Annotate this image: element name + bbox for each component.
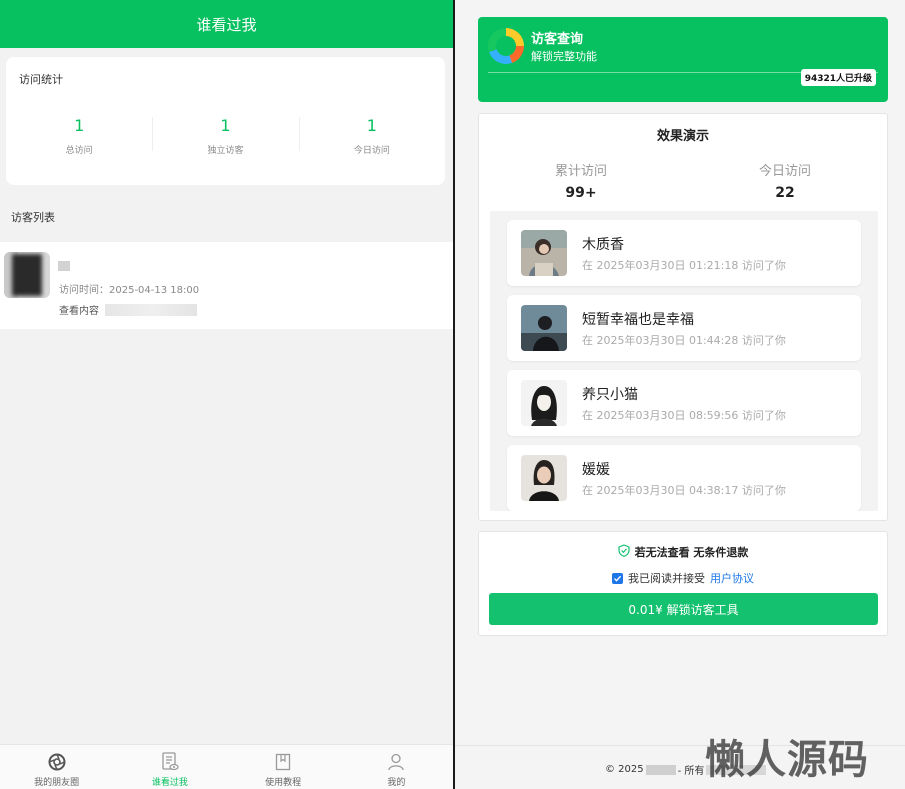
stat-total-visits: 1 总访问	[6, 115, 152, 156]
stat-label: 今日访问	[353, 146, 390, 156]
bookmark-icon	[273, 752, 293, 772]
stat-value: 1	[220, 116, 231, 135]
upgrade-count-badge: 94321人已升级	[800, 69, 876, 86]
shield-check-icon	[617, 544, 630, 560]
demo-stat-label: 累计访问	[554, 164, 607, 179]
visit-stats-card: 访问统计 1 总访问 1 独立访客 1 今日访问	[6, 57, 445, 185]
tab-tutorial[interactable]: 使用教程	[227, 745, 340, 789]
visitor-name: 短暂幸福也是幸福	[582, 312, 694, 328]
bottom-tabbar: 我的朋友圈 谁看过我 使用教程 我的	[0, 744, 453, 789]
avatar	[521, 380, 567, 426]
tab-label: 使用教程	[265, 778, 302, 788]
demo-card: 效果演示 累计访问 99+ 今日访问 22 木质香 在 2025年03月30日	[478, 113, 888, 521]
visitor-name-masked	[58, 261, 70, 271]
demo-visitor-list[interactable]: 木质香 在 2025年03月30日 01:21:18 访问了你 短暂幸福也是幸福…	[490, 211, 878, 511]
stat-label: 总访问	[65, 146, 93, 156]
agreement-text: 我已阅读并接受	[628, 572, 705, 585]
avatar	[521, 230, 567, 276]
demo-visitor-item: 媛媛 在 2025年03月30日 04:38:17 访问了你	[507, 445, 861, 511]
person-icon	[386, 752, 406, 772]
demo-title: 效果演示	[656, 129, 709, 144]
visitor-list-title: 访客列表	[11, 211, 55, 224]
aperture-icon	[47, 752, 67, 772]
stat-unique-visitors: 1 独立访客	[152, 115, 298, 156]
visit-time: 访问时间：2025-04-13 18:00	[59, 285, 200, 296]
stats-title: 访问统计	[19, 73, 63, 86]
copyright-middle: - 所有	[677, 766, 705, 777]
demo-stat-label: 今日访问	[758, 164, 811, 179]
stat-value: 1	[366, 116, 377, 135]
viewed-content: 查看内容	[59, 302, 197, 317]
unlock-button[interactable]: 0.01¥ 解锁访客工具	[489, 593, 878, 625]
avatar	[521, 455, 567, 501]
tab-moments[interactable]: 我的朋友圈	[0, 745, 113, 789]
visitor-name: 媛媛	[582, 462, 610, 478]
payment-card: 若无法查看 无条件退款 我已阅读并接受 用户协议 0.01¥ 解锁访客工具	[478, 531, 888, 636]
stat-today-visits: 1 今日访问	[298, 115, 445, 156]
copyright-prefix: © 2025	[605, 764, 644, 775]
left-app-panel: 谁看过我 访问统计 1 总访问 1 独立访客 1 今日访问 访客列表 访问时间：…	[0, 0, 453, 789]
demo-stat-today: 今日访问 22	[683, 160, 887, 201]
page-title: 谁看过我	[196, 15, 257, 34]
visitor-name: 养只小猫	[582, 387, 638, 403]
refund-text: 若无法查看 无条件退款	[634, 546, 749, 559]
tab-label: 我的朋友圈	[34, 778, 80, 788]
document-eye-icon	[160, 752, 180, 772]
app-logo-icon	[488, 28, 524, 64]
tab-label: 我的	[387, 778, 406, 788]
banner-subtitle: 解锁完整功能	[531, 50, 597, 63]
demo-visitor-item: 短暂幸福也是幸福 在 2025年03月30日 01:44:28 访问了你	[507, 295, 861, 361]
visit-description: 在 2025年03月30日 04:38:17 访问了你	[582, 484, 786, 497]
demo-stats: 累计访问 99+ 今日访问 22	[479, 160, 887, 201]
demo-stat-value: 99+	[565, 185, 597, 201]
user-agreement-link[interactable]: 用户协议	[710, 570, 754, 586]
demo-visitor-item: 木质香 在 2025年03月30日 01:21:18 访问了你	[507, 220, 861, 286]
banner-title: 访客查询	[531, 32, 584, 47]
tab-who-viewed-me[interactable]: 谁看过我	[113, 745, 226, 789]
visit-description: 在 2025年03月30日 01:21:18 访问了你	[582, 259, 786, 272]
page-header: 谁看过我	[0, 0, 453, 48]
agreement-checkbox[interactable]	[612, 572, 623, 584]
refund-guarantee: 若无法查看 无条件退款	[479, 544, 887, 560]
demo-visitor-item: 养只小猫 在 2025年03月30日 08:59:56 访问了你	[507, 370, 861, 436]
stat-label: 独立访客	[207, 146, 244, 156]
demo-stat-total: 累计访问 99+	[479, 160, 683, 201]
visitor-list-item[interactable]: 访问时间：2025-04-13 18:00 查看内容	[0, 242, 453, 329]
visitor-avatar-blurred	[4, 252, 50, 298]
masked-name	[645, 764, 676, 775]
stats-row: 1 总访问 1 独立访客 1 今日访问	[6, 115, 445, 156]
tab-me[interactable]: 我的	[340, 745, 453, 789]
stat-value: 1	[74, 116, 85, 135]
watermark-text: 懒人源码	[705, 737, 869, 783]
agreement-row: 我已阅读并接受 用户协议	[479, 570, 887, 586]
avatar	[521, 305, 567, 351]
viewed-content-masked	[105, 303, 197, 316]
demo-stat-value: 22	[775, 185, 795, 201]
right-purchase-panel: 访客查询 解锁完整功能 94321人已升级 效果演示 累计访问 99+ 今日访问…	[455, 0, 905, 789]
viewed-content-label: 查看内容	[59, 306, 99, 317]
visit-description: 在 2025年03月30日 08:59:56 访问了你	[582, 409, 786, 422]
visit-description: 在 2025年03月30日 01:44:28 访问了你	[582, 334, 786, 347]
tab-label: 谁看过我	[151, 778, 188, 788]
product-banner: 访客查询 解锁完整功能 94321人已升级	[478, 17, 888, 102]
visitor-name: 木质香	[582, 237, 624, 253]
